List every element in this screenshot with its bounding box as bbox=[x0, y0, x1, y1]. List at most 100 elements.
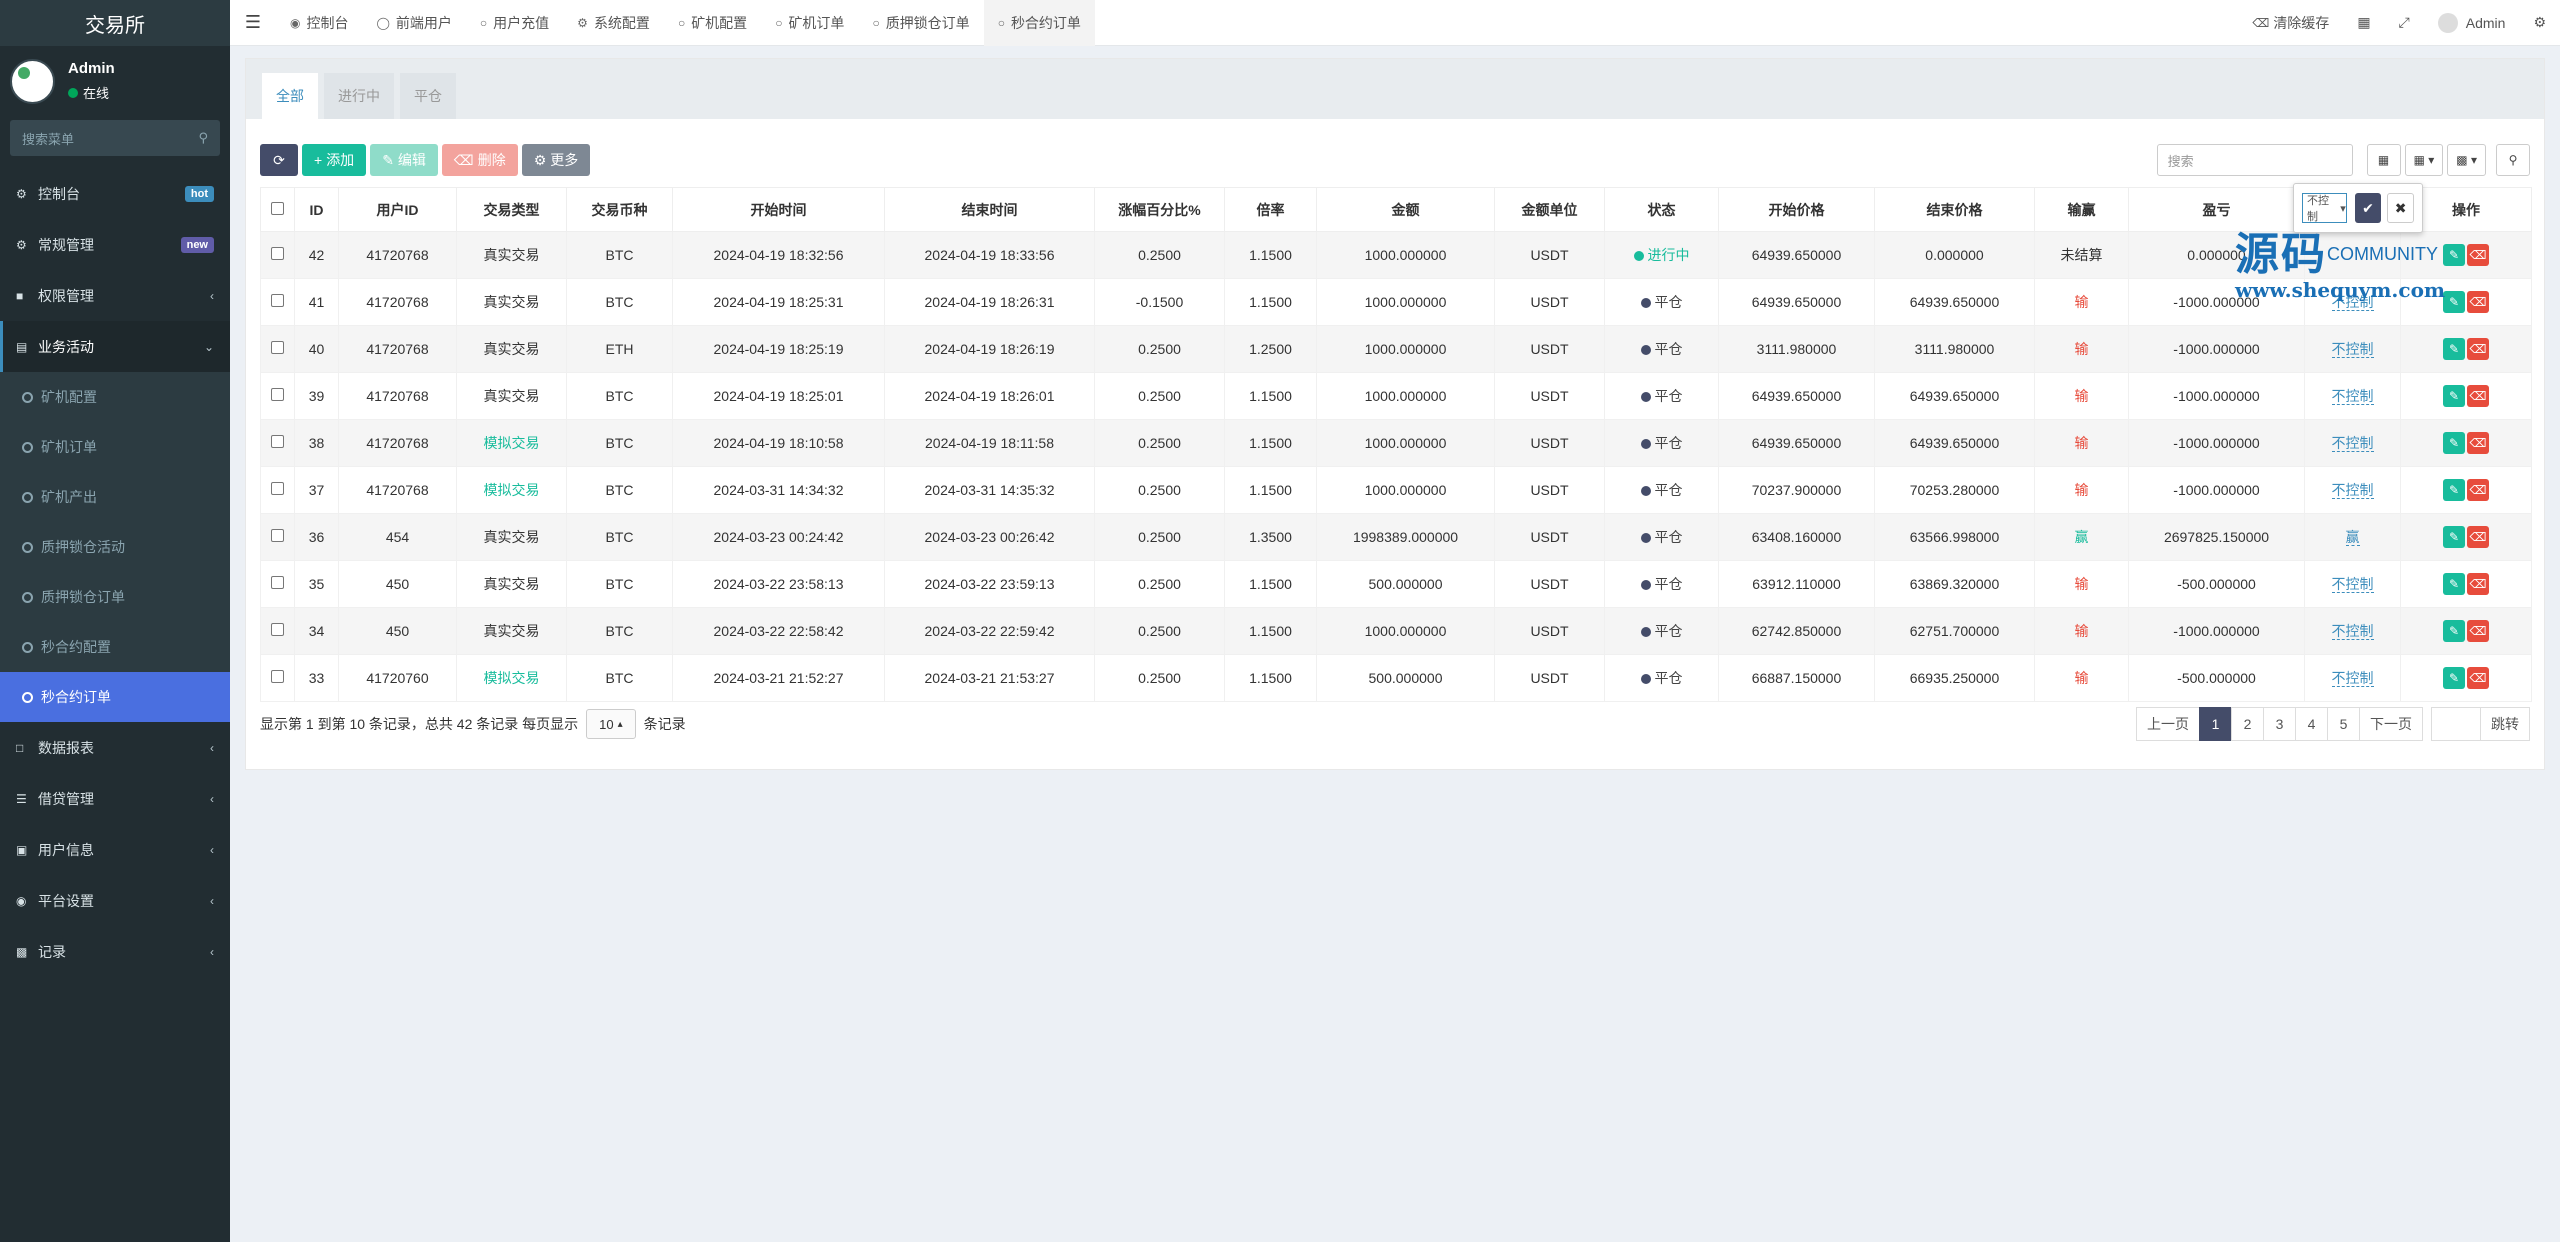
sidebar-item-records[interactable]: ▩ 记录 ‹ bbox=[0, 926, 230, 977]
row-select-cell[interactable] bbox=[260, 466, 295, 514]
col-header[interactable]: 开始价格 bbox=[1718, 187, 1875, 232]
brand-logo[interactable]: 交易所 bbox=[0, 0, 230, 46]
col-header[interactable]: 金额单位 bbox=[1494, 187, 1605, 232]
tab-closed[interactable]: 平仓 bbox=[400, 73, 456, 119]
tab-contract-orders[interactable]: ○ 秒合约订单 bbox=[983, 0, 1095, 46]
sidebar-item-general[interactable]: ⚙ 常规管理 new bbox=[0, 219, 230, 270]
more-button[interactable]: ⚙ 更多 bbox=[521, 144, 591, 176]
tab-miner-config[interactable]: ○ 矿机配置 bbox=[664, 0, 761, 46]
col-header[interactable]: 输赢 bbox=[2034, 187, 2129, 232]
control-editable-link[interactable]: 赢 bbox=[2345, 529, 2360, 546]
sidebar-subitem-miner-config[interactable]: 矿机配置 bbox=[0, 372, 230, 422]
table-row[interactable]: 40 41720768 真实交易 ETH 2024-04-19 18:25:19 2024… bbox=[260, 325, 2532, 373]
sidebar-subitem-miner-output[interactable]: 矿机产出 bbox=[0, 472, 230, 522]
col-header[interactable]: 涨幅百分比% bbox=[1094, 187, 1225, 232]
row-delete-button[interactable]: ⌫ bbox=[2467, 620, 2489, 642]
table-row[interactable]: 38 41720768 模拟交易 BTC 2024-04-19 18:10:58 2024… bbox=[260, 419, 2532, 467]
cell-control[interactable]: 不控制 bbox=[2304, 654, 2401, 702]
page-button[interactable]: 5 bbox=[2327, 707, 2360, 741]
sidebar-subitem-staking-activity[interactable]: 质押锁仓活动 bbox=[0, 522, 230, 572]
sidebar-subitem-contract-orders[interactable]: 秒合约订单 bbox=[0, 672, 230, 722]
row-select-cell[interactable] bbox=[260, 513, 295, 561]
tab-all[interactable]: 全部 bbox=[262, 73, 318, 119]
row-checkbox[interactable] bbox=[271, 623, 284, 636]
row-edit-button[interactable]: ✎ bbox=[2443, 479, 2465, 501]
tab-user-recharge[interactable]: ○ 用户充值 bbox=[466, 0, 563, 46]
control-editable-link[interactable]: 不控制 bbox=[2331, 388, 2374, 405]
row-select-cell[interactable] bbox=[260, 325, 295, 373]
select-all-checkbox[interactable] bbox=[271, 201, 284, 215]
col-header[interactable]: 结束价格 bbox=[1874, 187, 2035, 232]
row-edit-button[interactable]: ✎ bbox=[2443, 338, 2465, 360]
toggle-view-button[interactable]: ▦ bbox=[2366, 144, 2401, 176]
language-icon[interactable]: ▦ bbox=[2343, 0, 2384, 46]
sidebar-search-input[interactable]: 搜索菜单 ⚲ bbox=[10, 120, 220, 156]
table-row[interactable]: 37 41720768 模拟交易 BTC 2024-03-31 14:34:32 2024… bbox=[260, 466, 2532, 514]
tab-miner-orders[interactable]: ○ 矿机订单 bbox=[761, 0, 858, 46]
sidebar-item-permission[interactable]: ■ 权限管理 ‹ bbox=[0, 270, 230, 321]
sidebar-item-reports[interactable]: □ 数据报表 ‹ bbox=[0, 722, 230, 773]
menu-toggle-icon[interactable]: ☰ bbox=[230, 12, 276, 33]
add-button[interactable]: + 添加 bbox=[302, 144, 367, 176]
row-delete-button[interactable]: ⌫ bbox=[2467, 385, 2489, 407]
row-delete-button[interactable]: ⌫ bbox=[2467, 244, 2489, 266]
row-edit-button[interactable]: ✎ bbox=[2443, 385, 2465, 407]
tab-frontend-users[interactable]: ◯ 前端用户 bbox=[362, 0, 465, 46]
table-row[interactable]: 35 450 真实交易 BTC 2024-03-22 23:58:13 2024-03-2… bbox=[260, 560, 2532, 608]
col-header[interactable]: 结束时间 bbox=[884, 187, 1095, 232]
fullscreen-icon[interactable]: ⤢ bbox=[2385, 0, 2424, 46]
columns-button[interactable]: ▦ ▾ bbox=[2404, 144, 2444, 176]
settings-icon[interactable]: ⚙ bbox=[2519, 0, 2560, 46]
row-select-cell[interactable] bbox=[260, 654, 295, 702]
row-checkbox[interactable] bbox=[271, 435, 284, 448]
cell-control[interactable]: 赢 bbox=[2304, 513, 2401, 561]
row-select-cell[interactable] bbox=[260, 419, 295, 467]
cell-control[interactable]: 不控制 bbox=[2304, 419, 2401, 467]
row-delete-button[interactable]: ⌫ bbox=[2467, 338, 2489, 360]
sidebar-subitem-staking-orders[interactable]: 质押锁仓订单 bbox=[0, 572, 230, 622]
col-header[interactable]: 开始时间 bbox=[672, 187, 885, 232]
tab-staking-orders[interactable]: ○ 质押锁仓订单 bbox=[858, 0, 983, 46]
sidebar-subitem-miner-orders[interactable]: 矿机订单 bbox=[0, 422, 230, 472]
cell-control[interactable]: 不控制 bbox=[2304, 607, 2401, 655]
row-checkbox[interactable] bbox=[271, 482, 284, 495]
row-edit-button[interactable]: ✎ bbox=[2443, 432, 2465, 454]
jump-page-input[interactable] bbox=[2431, 707, 2481, 741]
cell-control[interactable]: 不控制 bbox=[2304, 560, 2401, 608]
row-delete-button[interactable]: ⌫ bbox=[2467, 432, 2489, 454]
table-row[interactable]: 42 41720768 真实交易 BTC 2024-04-19 18:32:56 2024… bbox=[260, 231, 2532, 279]
col-header[interactable]: 交易币种 bbox=[566, 187, 673, 232]
row-select-cell[interactable] bbox=[260, 607, 295, 655]
edit-button[interactable]: ✎ 编辑 bbox=[370, 144, 438, 176]
admin-menu[interactable]: Admin bbox=[2424, 0, 2520, 46]
row-select-cell[interactable] bbox=[260, 278, 295, 326]
sidebar-subitem-contract-config[interactable]: 秒合约配置 bbox=[0, 622, 230, 672]
control-editable-link[interactable]: 不控制 bbox=[2331, 341, 2374, 358]
col-header[interactable]: 金额 bbox=[1316, 187, 1495, 232]
table-row[interactable]: 36 454 真实交易 BTC 2024-03-23 00:24:42 2024-03-2… bbox=[260, 513, 2532, 561]
control-editable-link[interactable]: 不控制 bbox=[2331, 670, 2374, 687]
row-delete-button[interactable]: ⌫ bbox=[2467, 667, 2489, 689]
tab-system-config[interactable]: ⚙ 系统配置 bbox=[563, 0, 664, 46]
page-button[interactable]: 3 bbox=[2263, 707, 2296, 741]
search-icon[interactable]: ⚲ bbox=[198, 130, 208, 146]
row-checkbox[interactable] bbox=[271, 294, 284, 307]
row-checkbox[interactable] bbox=[271, 529, 284, 542]
cell-control[interactable]: 不控制 bbox=[2304, 372, 2401, 420]
table-row[interactable]: 41 41720768 真实交易 BTC 2024-04-19 18:25:31 2024… bbox=[260, 278, 2532, 326]
row-checkbox[interactable] bbox=[271, 670, 284, 683]
row-checkbox[interactable] bbox=[271, 576, 284, 589]
next-page-button[interactable]: 下一页 bbox=[2359, 707, 2423, 741]
row-delete-button[interactable]: ⌫ bbox=[2467, 526, 2489, 548]
sidebar-item-user-info[interactable]: ▣ 用户信息 ‹ bbox=[0, 824, 230, 875]
col-header[interactable]: 交易类型 bbox=[456, 187, 567, 232]
row-checkbox[interactable] bbox=[271, 247, 284, 260]
row-select-cell[interactable] bbox=[260, 372, 295, 420]
table-search-input[interactable]: 搜索 bbox=[2156, 144, 2353, 176]
row-edit-button[interactable]: ✎ bbox=[2443, 526, 2465, 548]
col-header[interactable]: 倍率 bbox=[1224, 187, 1317, 232]
row-select-cell[interactable] bbox=[260, 231, 295, 279]
sidebar-item-dashboard[interactable]: ⚙ 控制台 hot bbox=[0, 168, 230, 219]
page-size-select[interactable]: 10 ▴ bbox=[586, 709, 636, 739]
page-button[interactable]: 1 bbox=[2199, 707, 2232, 741]
